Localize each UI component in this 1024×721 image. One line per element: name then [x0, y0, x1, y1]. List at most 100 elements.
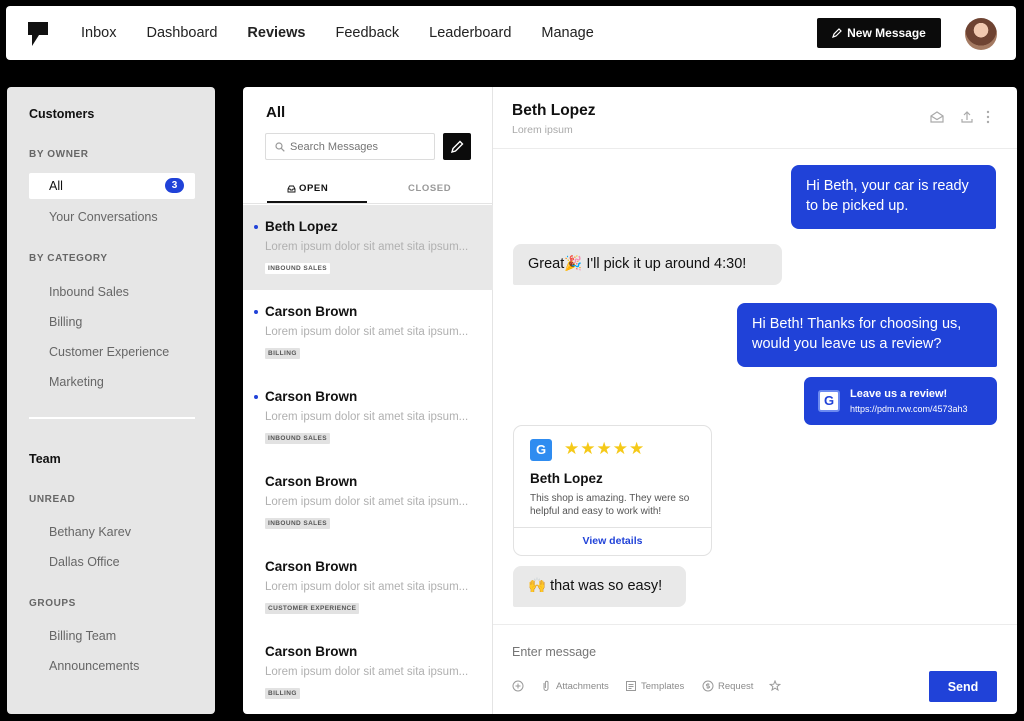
message-incoming: Great🎉 I'll pick it up around 4:30! — [513, 244, 782, 285]
conversation-name: Carson Brown — [265, 559, 358, 574]
sidebar-item-marketing[interactable]: Marketing — [49, 375, 104, 389]
conversation-preview: Lorem ipsum dolor sit amet sita ipsum... — [265, 666, 469, 678]
conversation-tag: INBOUND SALES — [265, 263, 331, 274]
conversation-preview: Lorem ipsum dolor sit amet sita ipsum... — [265, 496, 469, 508]
pencil-icon — [832, 28, 842, 38]
conversation-tag: INBOUND SALES — [265, 518, 331, 529]
sidebar-item-dallas-office[interactable]: Dallas Office — [49, 555, 120, 569]
status-tabs: OPEN CLOSED — [243, 175, 493, 204]
sidebar-item-customer-experience[interactable]: Customer Experience — [49, 345, 169, 359]
google-icon: G — [530, 439, 552, 461]
paperclip-icon — [543, 680, 549, 691]
compose-button[interactable] — [443, 133, 471, 160]
mark-read-icon[interactable] — [929, 109, 945, 125]
review-request-button[interactable] — [769, 680, 781, 692]
search-icon — [275, 142, 285, 152]
review-link-message[interactable]: G Leave us a review! https://pdm.rvw.com… — [804, 377, 997, 425]
send-button[interactable]: Send — [929, 671, 997, 702]
list-item[interactable]: Beth Lopez Lorem ipsum dolor sit amet si… — [243, 205, 493, 290]
sidebar-item-label: All — [49, 179, 63, 193]
request-button[interactable]: Request — [702, 680, 753, 692]
message-outgoing: Hi Beth, your car is ready to be picked … — [791, 165, 996, 229]
review-link-title: Leave us a review! — [850, 388, 948, 400]
star-badge-icon — [769, 680, 781, 692]
nav-leaderboard[interactable]: Leaderboard — [429, 25, 511, 41]
tab-closed[interactable]: CLOSED — [408, 183, 451, 194]
list-item[interactable]: Carson Brown Lorem ipsum dolor sit amet … — [243, 290, 493, 375]
list-item[interactable]: Carson Brown Lorem ipsum dolor sit amet … — [243, 545, 493, 630]
conversation-tag: INBOUND SALES — [265, 433, 331, 444]
sidebar-item-billing-team[interactable]: Billing Team — [49, 629, 116, 643]
review-card: G ★★★★★ Beth Lopez This shop is amazing.… — [513, 425, 712, 556]
message-composer: Attachments Templates Request Send — [493, 624, 1017, 714]
conversation-header: Beth Lopez Lorem ipsum — [493, 87, 1017, 149]
sidebar-item-your-conversations[interactable]: Your Conversations — [49, 210, 158, 224]
main-nav: Inbox Dashboard Reviews Feedback Leaderb… — [81, 6, 594, 60]
template-icon — [626, 681, 636, 691]
new-message-button[interactable]: New Message — [817, 18, 941, 48]
conversation-name: Beth Lopez — [265, 219, 338, 234]
conversation-preview: Lorem ipsum dolor sit amet sita ipsum... — [265, 581, 469, 593]
main-panel: All OPEN CLOSED Beth Lopez Lorem ipsum d… — [243, 87, 1017, 714]
search-box[interactable] — [265, 133, 435, 160]
tab-open[interactable]: OPEN — [287, 183, 328, 194]
sidebar-item-bethany-karev[interactable]: Bethany Karev — [49, 525, 131, 539]
nav-dashboard[interactable]: Dashboard — [146, 25, 217, 41]
unread-dot — [254, 395, 258, 399]
templates-label: Templates — [641, 680, 685, 692]
conversation-tag: BILLING — [265, 348, 300, 359]
share-icon[interactable] — [959, 109, 975, 125]
nav-inbox[interactable]: Inbox — [81, 25, 116, 41]
list-item[interactable]: Carson Brown Lorem ipsum dolor sit amet … — [243, 375, 493, 460]
sidebar-item-inbound-sales[interactable]: Inbound Sales — [49, 285, 129, 299]
nav-feedback[interactable]: Feedback — [335, 25, 399, 41]
nav-manage[interactable]: Manage — [541, 25, 593, 41]
brand-logo-icon[interactable] — [28, 22, 48, 46]
unread-dot — [254, 310, 258, 314]
review-divider — [514, 527, 711, 528]
pencil-icon — [450, 140, 464, 154]
top-navbar: Inbox Dashboard Reviews Feedback Leaderb… — [6, 6, 1016, 60]
by-owner-heading: BY OWNER — [29, 149, 89, 160]
message-input[interactable] — [512, 642, 892, 662]
user-avatar[interactable] — [965, 18, 997, 50]
sidebar-item-billing[interactable]: Billing — [49, 315, 82, 329]
message-outgoing: Hi Beth! Thanks for choosing us, would y… — [737, 303, 997, 367]
plus-circle-icon — [512, 680, 524, 692]
attachments-button[interactable]: Attachments — [540, 680, 609, 692]
conversation-tag: CUSTOMER EXPERIENCE — [265, 603, 360, 614]
add-button[interactable] — [512, 680, 524, 692]
view-details-link[interactable]: View details — [514, 535, 711, 547]
new-message-label: New Message — [847, 26, 926, 40]
sidebar-divider — [29, 417, 195, 419]
attachments-label: Attachments — [556, 680, 609, 692]
conversation-preview: Lorem ipsum dolor sit amet sita ipsum... — [265, 241, 469, 253]
search-input[interactable] — [290, 138, 430, 156]
conversation-preview: Lorem ipsum dolor sit amet sita ipsum... — [265, 326, 469, 338]
list-item[interactable]: Carson Brown Lorem ipsum dolor sit amet … — [243, 630, 493, 714]
customers-sidebar: Customers BY OWNER All 3 Your Conversati… — [7, 87, 215, 714]
more-options-icon[interactable] — [984, 109, 992, 125]
sidebar-item-announcements[interactable]: Announcements — [49, 659, 139, 673]
tab-open-label: OPEN — [299, 183, 329, 194]
five-star-rating: ★★★★★ — [564, 439, 646, 458]
nav-reviews[interactable]: Reviews — [247, 25, 305, 41]
sidebar-item-all[interactable]: All 3 — [29, 173, 195, 199]
review-text: This shop is amazing. They were so helpf… — [530, 493, 690, 517]
unread-count-badge: 3 — [165, 178, 184, 193]
conversation-name: Carson Brown — [265, 474, 358, 489]
templates-button[interactable]: Templates — [625, 680, 684, 692]
customers-heading: Customers — [29, 107, 95, 121]
contact-subtitle: Lorem ipsum — [512, 124, 573, 136]
unread-dot — [254, 225, 258, 229]
dollar-icon — [702, 680, 714, 692]
message-incoming: 🙌 that was so easy! — [513, 566, 686, 607]
groups-heading: GROUPS — [29, 598, 76, 609]
team-heading: Team — [29, 452, 61, 466]
list-item[interactable]: Carson Brown Lorem ipsum dolor sit amet … — [243, 460, 493, 545]
active-tab-indicator — [267, 201, 367, 203]
reviewer-name: Beth Lopez — [530, 471, 603, 486]
conversation-name: Carson Brown — [265, 644, 358, 659]
request-label: Request — [718, 680, 754, 692]
conversation-tag: BILLING — [265, 688, 300, 699]
